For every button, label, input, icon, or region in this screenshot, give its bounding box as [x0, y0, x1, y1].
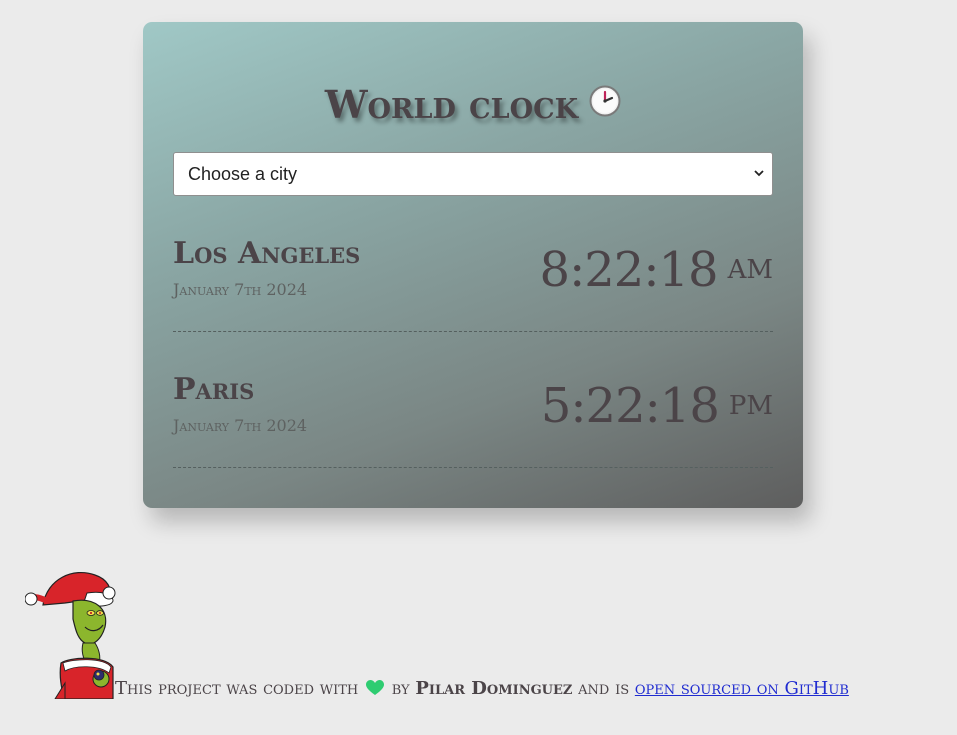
grinch-santa-image: [25, 571, 116, 699]
city-select-value: Choose a city: [188, 164, 298, 184]
city-row: Los Angeles January 7th 2024 8:22:18 AM: [173, 196, 773, 332]
city-select[interactable]: Choose a city: [173, 152, 773, 196]
time-ampm: AM: [727, 255, 773, 285]
city-date: January 7th 2024: [173, 280, 308, 299]
chevron-down-icon: [754, 170, 764, 177]
title-row: World clock: [143, 82, 803, 132]
footer-author: Pilar Dominguez: [415, 678, 573, 699]
footer-middle: and is: [578, 678, 630, 699]
app-title: World clock: [324, 82, 579, 127]
time-value: 8:22:18: [539, 242, 719, 298]
footer-by: by: [391, 678, 410, 699]
city-name: Paris: [173, 372, 255, 407]
world-clock-card: World clock Choose a city Los Angeles Ja…: [143, 22, 803, 508]
city-name: Los Angeles: [173, 236, 361, 271]
city-time: 8:22:18 AM: [540, 242, 773, 298]
github-link[interactable]: open sourced on GitHub: [635, 678, 849, 699]
green-heart-icon: [365, 680, 384, 695]
time-value: 5:22:18: [540, 378, 720, 434]
footer: This project was coded with by Pilar Dom…: [115, 678, 849, 699]
clock-icon: [589, 85, 621, 116]
city-time: 5:22:18 PM: [541, 378, 773, 434]
city-date: January 7th 2024: [173, 416, 308, 435]
time-ampm: PM: [728, 391, 773, 421]
city-row: Paris January 7th 2024 5:22:18 PM: [173, 332, 773, 468]
footer-prefix: This project was coded with: [115, 678, 359, 699]
